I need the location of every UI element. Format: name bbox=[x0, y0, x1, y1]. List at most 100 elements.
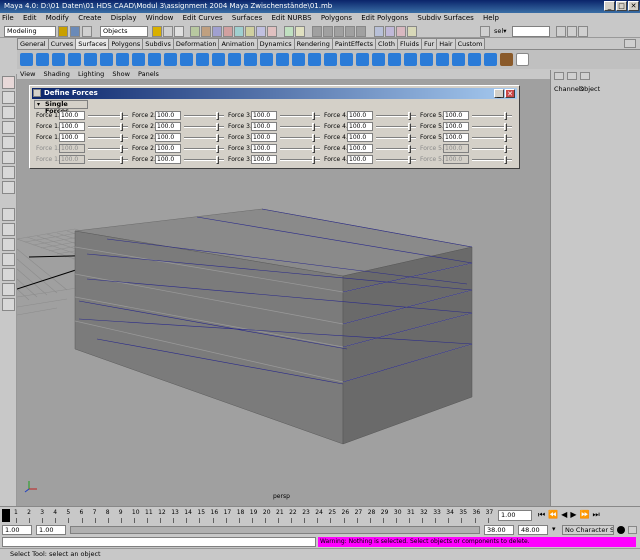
nurbs-to-poly-icon[interactable] bbox=[484, 53, 497, 66]
nurbs-torus-icon[interactable] bbox=[100, 53, 113, 66]
time-slider[interactable]: 1 2 3 4 5 6 7 8 9 10 11 12 13 14 15 16 17 18 19 20 21 22 23 24 2… bbox=[0, 506, 640, 524]
tab-fur[interactable]: Fur bbox=[421, 38, 438, 49]
offset-icon[interactable] bbox=[452, 53, 465, 66]
force-slider-handle[interactable] bbox=[408, 145, 411, 153]
select-by-deformation-icon[interactable] bbox=[234, 26, 244, 37]
rotate-tool-icon[interactable] bbox=[2, 121, 15, 134]
bevel-icon[interactable] bbox=[260, 53, 273, 66]
select-by-surface-icon[interactable] bbox=[223, 26, 233, 37]
tab-custom[interactable]: Custom bbox=[454, 38, 486, 49]
menu-surfaces[interactable]: Surfaces bbox=[232, 14, 262, 22]
tab-dynamics[interactable]: Dynamics bbox=[256, 38, 295, 49]
square-surface-icon[interactable] bbox=[244, 53, 257, 66]
panel-menu-view[interactable]: View bbox=[20, 70, 35, 78]
planar-icon[interactable] bbox=[180, 53, 193, 66]
tab-rendering[interactable]: Rendering bbox=[293, 38, 333, 49]
tab-painteffects[interactable]: PaintEffects bbox=[331, 38, 377, 49]
object-mode-icon[interactable] bbox=[163, 26, 173, 37]
menu-edit[interactable]: Edit bbox=[23, 14, 37, 22]
force-value-field[interactable]: 100.0 bbox=[251, 133, 277, 142]
tab-subdivs[interactable]: Subdivs bbox=[142, 38, 174, 49]
history-icon[interactable] bbox=[374, 26, 384, 37]
scale-tool-icon[interactable] bbox=[2, 136, 15, 149]
move-tool-icon[interactable] bbox=[2, 106, 15, 119]
force-slider-handle[interactable] bbox=[408, 156, 411, 164]
dialog-minimize-button[interactable]: _ bbox=[494, 89, 504, 98]
menu-file[interactable]: File bbox=[2, 14, 14, 22]
force-slider-handle[interactable] bbox=[312, 112, 315, 120]
force-slider-handle[interactable] bbox=[504, 112, 507, 120]
quick-select-input[interactable] bbox=[512, 26, 550, 37]
force-value-field[interactable]: 100.0 bbox=[155, 122, 181, 131]
tab-polygons[interactable]: Polygons bbox=[108, 38, 144, 49]
force-value-field[interactable]: 100.0 bbox=[155, 133, 181, 142]
quick-select-label[interactable]: sel▾ bbox=[494, 27, 506, 35]
render-icon[interactable] bbox=[385, 26, 395, 37]
close-button[interactable]: ✕ bbox=[628, 1, 639, 11]
force-value-field[interactable]: 100.0 bbox=[251, 155, 277, 164]
fillet-icon[interactable] bbox=[436, 53, 449, 66]
tab-general[interactable]: General bbox=[17, 38, 49, 49]
layer-toggle-icon[interactable] bbox=[580, 72, 590, 80]
toggle-channel-box-icon[interactable] bbox=[556, 26, 566, 37]
force-value-field[interactable]: 100.0 bbox=[347, 144, 373, 153]
force-slider-handle[interactable] bbox=[312, 134, 315, 142]
step-forward-button[interactable]: ⏩ bbox=[579, 510, 592, 519]
range-bar[interactable] bbox=[70, 526, 480, 534]
force-value-field[interactable]: 100.0 bbox=[59, 111, 85, 120]
force-value-field[interactable]: 100.0 bbox=[251, 144, 277, 153]
tab-surfaces[interactable]: Surfaces bbox=[75, 38, 110, 49]
force-value-field[interactable]: 100.0 bbox=[59, 122, 85, 131]
select-by-dynamics-icon[interactable] bbox=[245, 26, 255, 37]
collapse-arrow-icon[interactable]: ▾ bbox=[37, 101, 40, 108]
force-value-field[interactable]: 100.0 bbox=[251, 122, 277, 131]
menu-edit-polygons[interactable]: Edit Polygons bbox=[361, 14, 408, 22]
rebuild-icon[interactable] bbox=[372, 53, 385, 66]
menu-help[interactable]: Help bbox=[483, 14, 499, 22]
force-slider-handle[interactable] bbox=[408, 112, 411, 120]
select-by-rendering-icon[interactable] bbox=[256, 26, 266, 37]
menu-edit-nurbs[interactable]: Edit NURBS bbox=[271, 14, 311, 22]
render-layout-icon[interactable] bbox=[2, 283, 15, 296]
force-slider-handle[interactable] bbox=[408, 134, 411, 142]
force-slider-handle[interactable] bbox=[120, 112, 123, 120]
select-by-handle-icon[interactable] bbox=[190, 26, 200, 37]
nurbs-sphere-icon[interactable] bbox=[20, 53, 33, 66]
boundary-icon[interactable] bbox=[228, 53, 241, 66]
range-end-field[interactable]: 48.00 bbox=[518, 525, 548, 535]
menu-polygons[interactable]: Polygons bbox=[321, 14, 352, 22]
menu-edit-curves[interactable]: Edit Curves bbox=[183, 14, 223, 22]
force-slider-handle[interactable] bbox=[408, 123, 411, 131]
force-slider-handle[interactable] bbox=[312, 156, 315, 164]
force-slider-handle[interactable] bbox=[120, 123, 123, 131]
tab-deformation[interactable]: Deformation bbox=[172, 38, 220, 49]
align-icon[interactable] bbox=[468, 53, 481, 66]
stitch-icon[interactable] bbox=[420, 53, 433, 66]
select-by-curve-icon[interactable] bbox=[212, 26, 222, 37]
force-value-field[interactable]: 100.0 bbox=[443, 133, 469, 142]
lasso-tool-icon[interactable] bbox=[2, 91, 15, 104]
ipr-render-icon[interactable] bbox=[396, 26, 406, 37]
hierarchy-mode-icon[interactable] bbox=[152, 26, 162, 37]
persp-outliner-layout-icon[interactable] bbox=[2, 238, 15, 251]
snap-point-icon[interactable] bbox=[334, 26, 344, 37]
snap-view-plane-icon[interactable] bbox=[345, 26, 355, 37]
nurbs-cube-icon[interactable] bbox=[36, 53, 49, 66]
menu-display[interactable]: Display bbox=[111, 14, 137, 22]
channel-box-toggle-icon[interactable] bbox=[554, 72, 564, 80]
detach-icon[interactable] bbox=[356, 53, 369, 66]
nurbs-cone-icon[interactable] bbox=[68, 53, 81, 66]
force-slider-handle[interactable] bbox=[504, 134, 507, 142]
force-value-field[interactable]: 100.0 bbox=[59, 133, 85, 142]
force-slider-handle[interactable] bbox=[216, 112, 219, 120]
playback-end-field[interactable]: 38.00 bbox=[484, 525, 514, 535]
force-value-field[interactable]: 100.0 bbox=[155, 155, 181, 164]
auto-key-icon[interactable] bbox=[617, 526, 625, 534]
save-scene-icon[interactable] bbox=[70, 26, 80, 37]
force-slider-handle[interactable] bbox=[504, 123, 507, 131]
force-value-field[interactable]: 100.0 bbox=[251, 111, 277, 120]
birail-icon[interactable] bbox=[212, 53, 225, 66]
soft-modification-icon[interactable] bbox=[2, 166, 15, 179]
force-slider-handle[interactable] bbox=[312, 123, 315, 131]
preferences-icon[interactable] bbox=[628, 526, 637, 534]
